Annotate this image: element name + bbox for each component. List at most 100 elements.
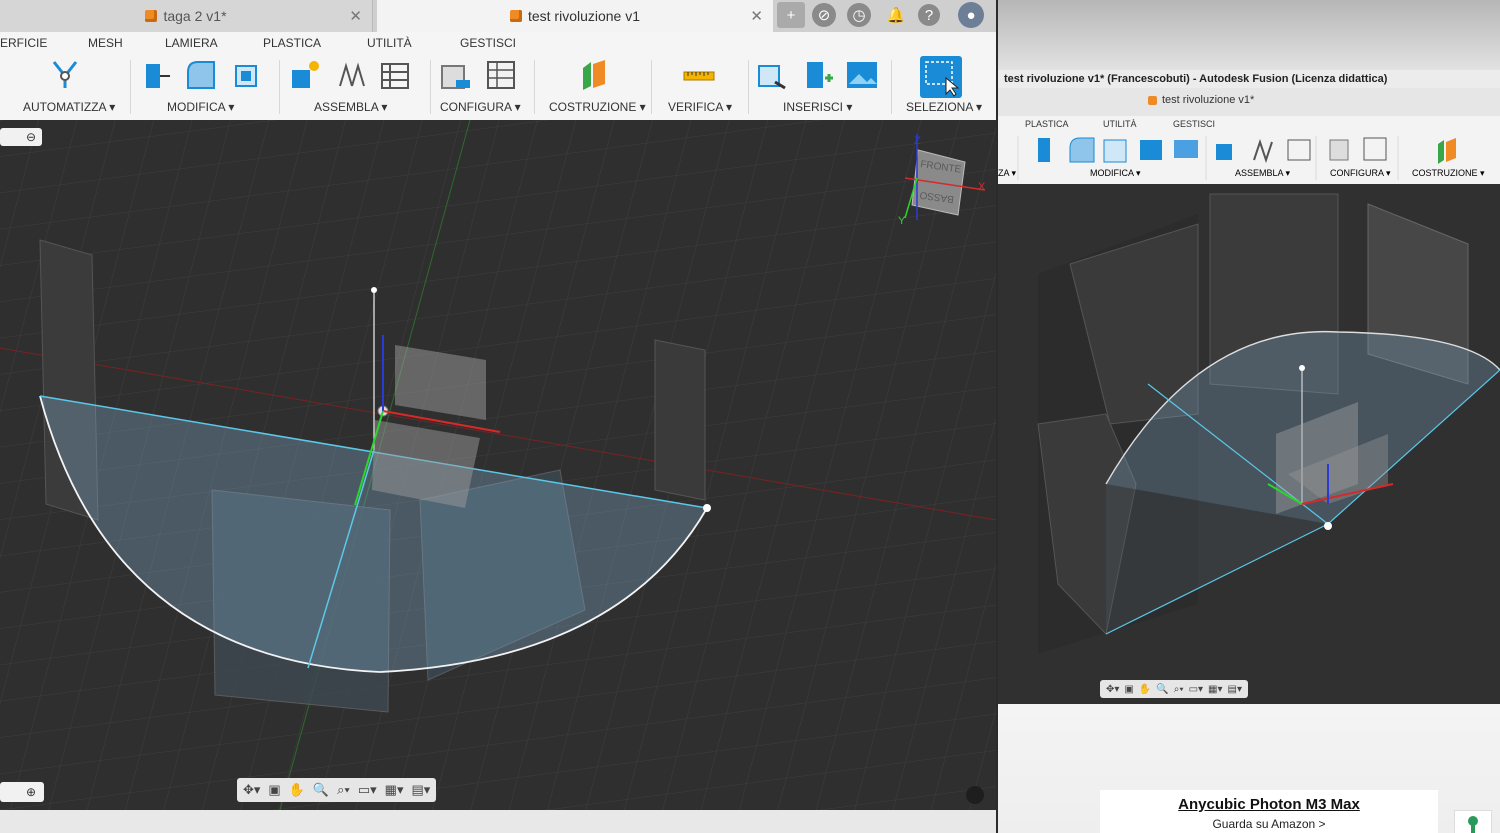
menu-gestisci[interactable]: GESTISCI [460,36,516,50]
group-label[interactable]: CONFIGURA ▾ [440,100,521,114]
zoom-icon[interactable]: 🔍 [1156,684,1168,695]
new-tab-icon[interactable]: + [777,2,805,28]
axis-x-label: X [978,181,986,193]
viewports-icon[interactable]: ▤▾ [411,782,430,798]
menu-plastica[interactable]: PLASTICA [263,36,321,50]
menu-gestisci[interactable]: GESTISCI [1173,119,1215,129]
fit-icon[interactable]: ⌕▾ [337,782,350,798]
measure-icon[interactable] [682,58,716,92]
navigation-bar: ✥▾ ▣ ✋ 🔍 ⌕▾ ▭▾ ▦▾ ▤▾ [1100,680,1248,698]
tab-label: test rivoluzione v1 [527,8,641,24]
group-label[interactable]: COSTRUZIONE ▾ [549,100,646,114]
group-label[interactable]: MODIFICA ▾ [1090,168,1141,179]
viewports-icon[interactable]: ▤▾ [1228,684,1242,695]
group-label[interactable]: CONFIGURA ▾ [1330,168,1391,179]
3d-canvas[interactable]: FRONTE BASSO Z X Y ⊖ ⊕ [0,120,996,810]
fillet-icon[interactable] [184,58,218,92]
help-icon[interactable]: ? [918,4,940,26]
insert-mcmaster-icon[interactable] [801,58,835,92]
separator [748,60,749,114]
document-cube-icon [509,10,522,22]
close-icon[interactable]: ✕ [750,7,763,25]
model-viewport-drawing [998,184,1500,704]
pan-icon[interactable]: ✋ [1139,684,1151,695]
keyhole-icon[interactable] [1454,810,1492,833]
press-pull-icon[interactable] [140,58,174,92]
group-costruzione: COSTRUZIONE ▾ [537,54,649,120]
user-avatar[interactable]: ● [958,2,984,28]
grid-settings-icon[interactable]: ▦▾ [385,782,404,798]
close-icon[interactable]: ✕ [349,7,362,25]
select-icon[interactable] [920,56,962,98]
document-cube-icon [145,10,158,22]
pan-icon[interactable]: ✋ [289,782,305,798]
ad-banner[interactable]: Anycubic Photon M3 Max Guarda su Amazon … [1100,790,1438,833]
ad-title[interactable]: Anycubic Photon M3 Max [1100,796,1438,813]
window-title: test rivoluzione v1* (Francescobuti) - A… [998,70,1500,88]
automate-icon[interactable] [48,58,82,92]
zoom-icon[interactable]: 🔍 [313,782,329,798]
look-at-icon[interactable]: ▣ [268,782,280,798]
group-configura: CONFIGURA ▾ [432,54,532,120]
tab-taga-2[interactable]: taga 2 v1* ✕ [0,0,373,32]
group-label[interactable]: ZA ▾ [998,168,1016,179]
group-label[interactable]: VERIFICA ▾ [668,100,732,114]
tab-test-rivoluzione[interactable]: test rivoluzione v1* [1148,94,1254,106]
separator [430,60,431,114]
orbit-icon[interactable]: ✥▾ [1106,684,1119,695]
timeline-bar [0,810,996,833]
window-background [998,0,1500,70]
workspace-menu-bar: PLASTICA UTILITÀ GESTISCI [998,116,1500,132]
configure-icon[interactable] [438,58,472,92]
grid-settings-icon[interactable]: ▦▾ [1208,684,1222,695]
group-label[interactable]: ASSEMBLA ▾ [1235,168,1290,179]
group-automatizza: AUTOMATIZZA ▾ [0,54,128,120]
menu-superficie[interactable]: ERFICIE [0,36,47,50]
tab-test-rivoluzione[interactable]: test rivoluzione v1 ✕ [377,0,773,32]
display-settings-icon[interactable]: ▭▾ [1189,684,1203,695]
menu-mesh[interactable]: MESH [88,36,123,50]
table-config-icon[interactable] [484,58,518,92]
workspace-menu-bar: ERFICIE MESH LAMIERA PLASTICA UTILITÀ GE… [0,32,996,54]
joint-icon[interactable] [334,58,368,92]
menu-utilita[interactable]: UTILITÀ [1103,119,1137,129]
menu-lamiera[interactable]: LAMIERA [165,36,218,50]
group-label[interactable]: SELEZIONA ▾ [906,100,982,114]
group-label[interactable]: AUTOMATIZZA ▾ [23,100,115,114]
3d-canvas[interactable] [998,184,1500,704]
ad-subtitle[interactable]: Guarda su Amazon > [1100,817,1438,831]
document-cube-icon [1148,95,1157,105]
notification-bell-icon[interactable]: 🔔 [882,2,910,28]
insert-canvas-icon[interactable] [845,58,879,92]
axis-y-label: Y [898,215,906,227]
axis-z-label: Z [914,135,921,147]
look-at-icon[interactable]: ▣ [1124,684,1133,695]
toolbar-ribbon: AUTOMATIZZA ▾ MODIFICA ▾ ASSEMBLA ▾ CONF… [0,54,996,121]
separator [651,60,652,114]
job-status-icon[interactable]: ⊘ [812,3,836,27]
group-verifica: VERIFICA ▾ [654,54,746,120]
plus-icon: ⊕ [26,785,36,799]
group-seleziona: SELEZIONA ▾ [894,54,994,120]
menu-utilita[interactable]: UTILITÀ [367,36,412,50]
group-label[interactable]: INSERISCI ▾ [783,100,852,114]
insert-derive-icon[interactable] [755,58,789,92]
group-label[interactable]: MODIFICA ▾ [167,100,234,114]
group-label[interactable]: ASSEMBLA ▾ [314,100,387,114]
group-assembla: ASSEMBLA ▾ [282,54,428,120]
group-modifica: MODIFICA ▾ [132,54,277,120]
construction-plane-icon[interactable] [577,58,611,92]
display-settings-icon[interactable]: ▭▾ [358,782,377,798]
group-label[interactable]: COSTRUZIONE ▾ [1412,168,1485,179]
compass-icon[interactable] [966,786,984,804]
tab-label: taga 2 v1* [163,8,227,24]
bom-table-icon[interactable] [378,58,412,92]
shell-icon[interactable] [230,58,264,92]
menu-plastica[interactable]: PLASTICA [1025,119,1069,129]
fit-icon[interactable]: ⌕▾ [1174,684,1184,695]
new-component-icon[interactable] [288,58,322,92]
orbit-icon[interactable]: ✥▾ [243,782,260,798]
comments-panel-button[interactable] [0,782,44,802]
fusion-secondary-window: test rivoluzione v1* (Francescobuti) - A… [998,0,1500,833]
history-icon[interactable]: ◷ [847,3,871,27]
